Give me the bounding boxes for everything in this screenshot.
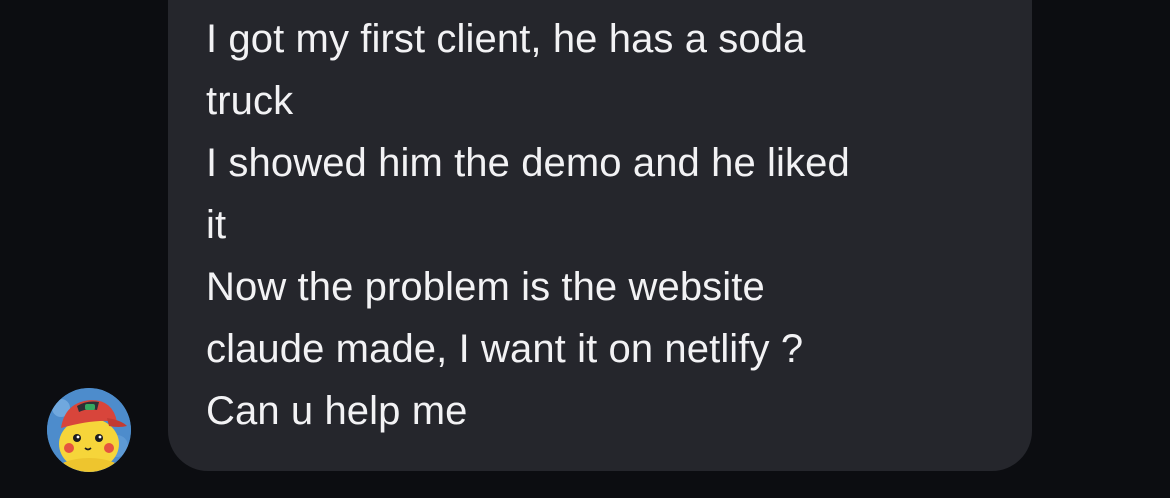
message-line: truck — [206, 79, 294, 123]
message-line: I showed him the demo and he liked — [206, 141, 850, 185]
message-line: Now the problem is the website — [206, 265, 765, 309]
pikachu-avatar-icon — [47, 388, 131, 472]
message-line: claude made, I want it on netlify ? — [206, 327, 804, 371]
message-text: I got my first client, he has a soda tru… — [206, 8, 1006, 442]
chat-message-row: I got my first client, he has a soda tru… — [0, 0, 1170, 498]
message-line: I got my first client, he has a soda — [206, 17, 806, 61]
message-line: Can u help me — [206, 389, 468, 433]
sender-avatar[interactable] — [47, 388, 131, 472]
message-line: it — [206, 203, 227, 247]
